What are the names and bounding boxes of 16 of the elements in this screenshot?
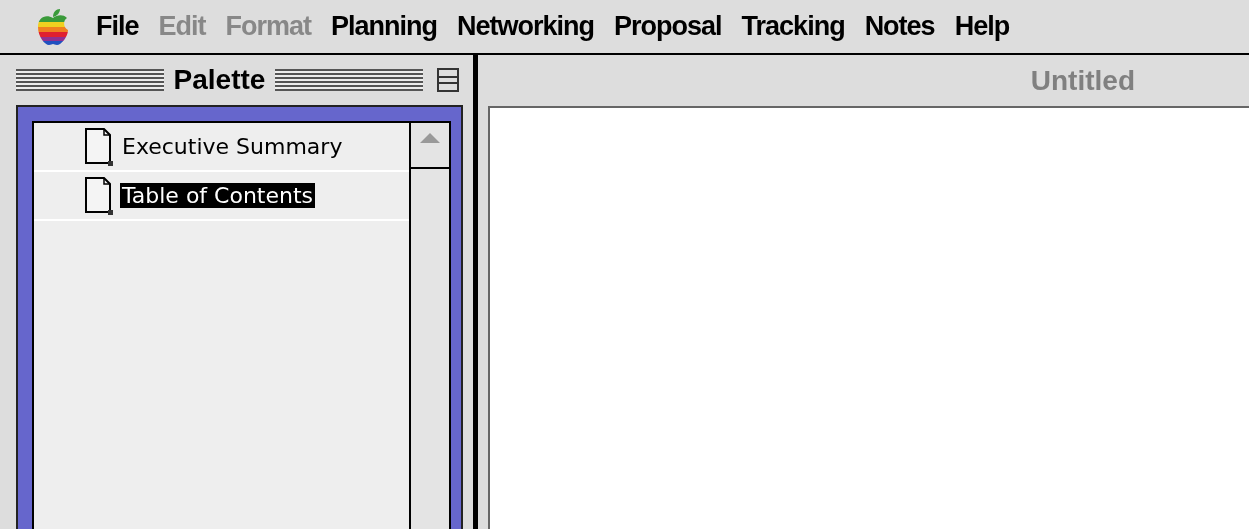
menu-item[interactable]: Help [944, 11, 1020, 42]
menu-item[interactable]: Notes [854, 11, 945, 42]
apple-logo-icon[interactable] [36, 7, 70, 46]
document-icon [84, 175, 114, 216]
list-item[interactable]: Executive Summary [120, 134, 345, 159]
menu-item[interactable]: File [86, 11, 149, 42]
menu-item[interactable]: Proposal [604, 11, 732, 42]
menu-item[interactable]: Planning [321, 11, 448, 42]
scrollbar[interactable] [409, 123, 449, 529]
window-title: Palette [172, 64, 267, 96]
menu-item[interactable]: Tracking [731, 11, 855, 42]
list-item[interactable]: Table of Contents [120, 183, 316, 208]
menu-item[interactable]: Networking [447, 11, 605, 42]
collapse-box-icon[interactable] [437, 68, 459, 92]
window-title: Untitled [1030, 64, 1135, 97]
document-icon [84, 126, 114, 167]
